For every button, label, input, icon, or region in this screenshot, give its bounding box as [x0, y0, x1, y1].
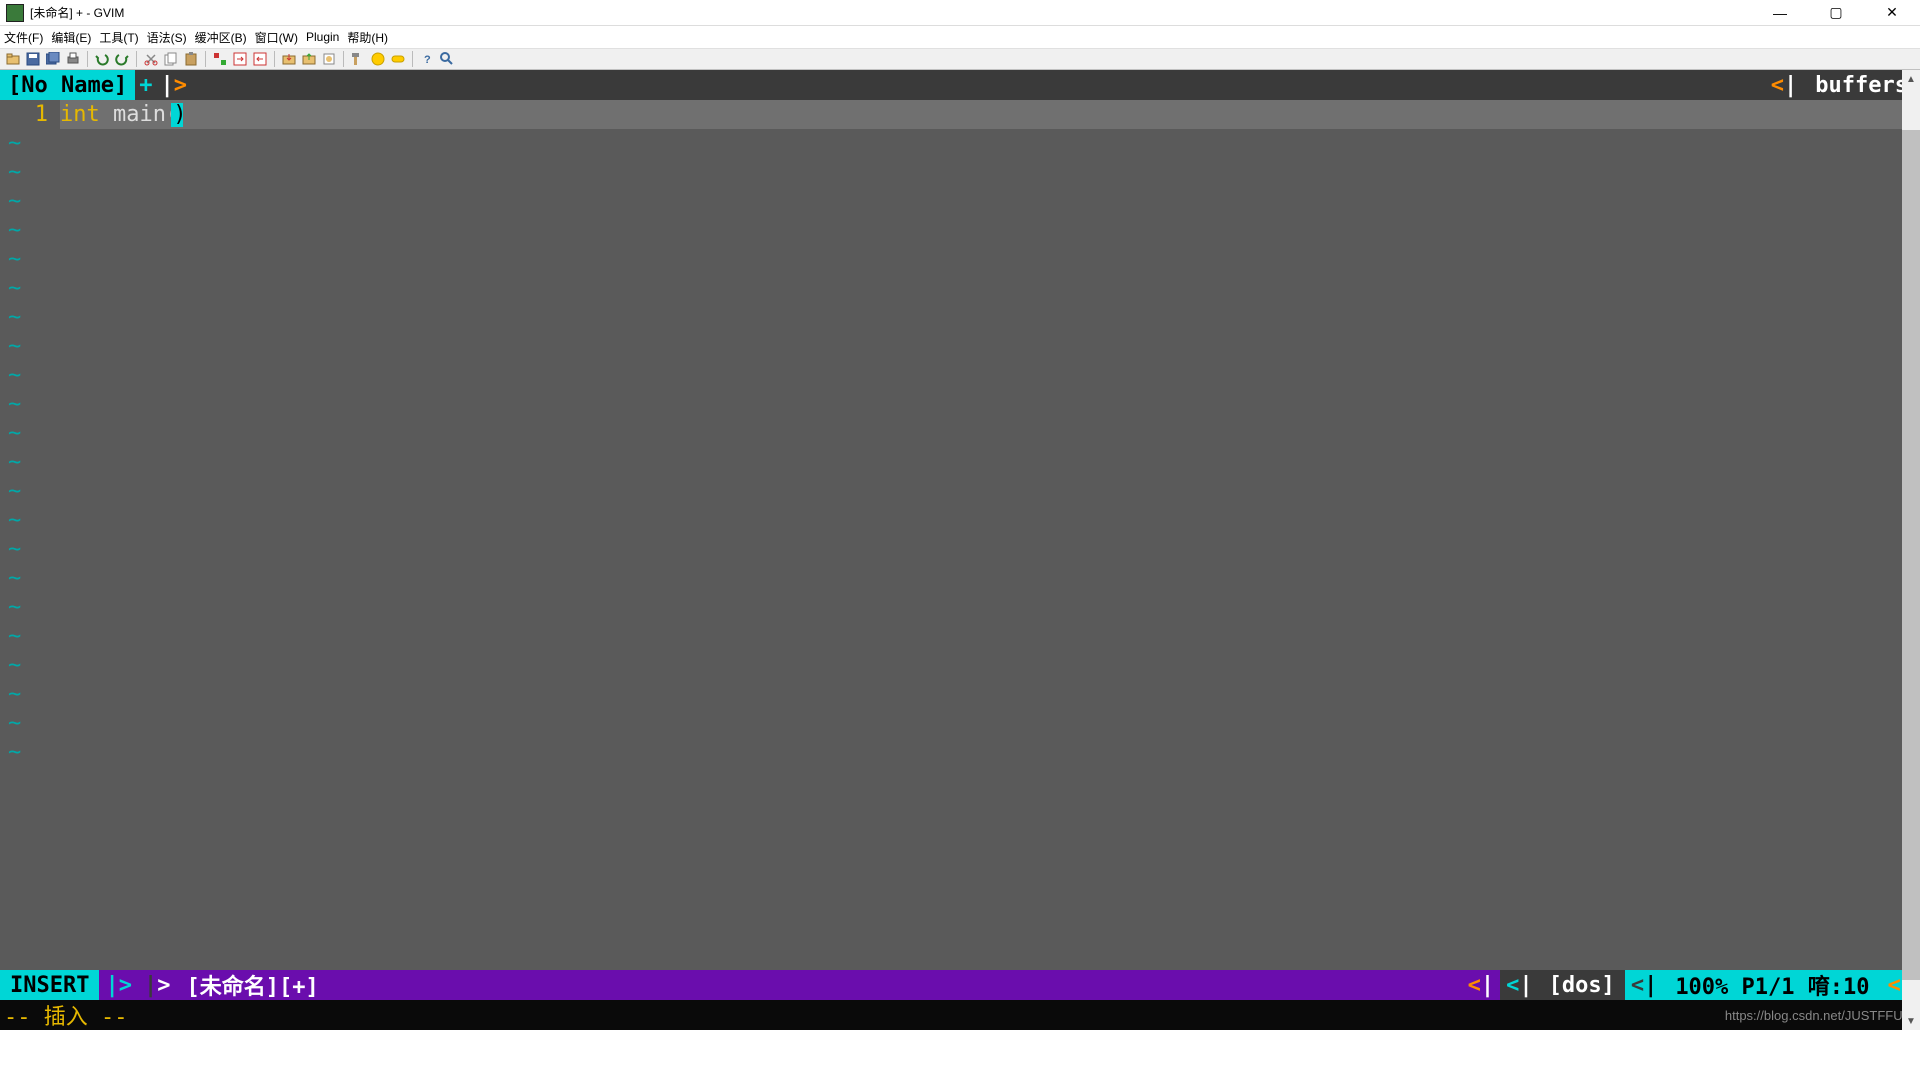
menu-tools[interactable]: 工具(T): [99, 29, 138, 46]
menubar: 文件(F) 编辑(E) 工具(T) 语法(S) 缓冲区(B) 窗口(W) Plu…: [0, 26, 1920, 48]
run-script-icon[interactable]: [320, 50, 338, 68]
tab-label: [No Name]: [8, 73, 127, 98]
cursor: ): [171, 103, 183, 127]
status-filename: [未命名][+]: [176, 970, 1461, 1000]
minimize-button[interactable]: —: [1752, 0, 1808, 26]
close-button[interactable]: ✕: [1864, 0, 1920, 26]
menu-help[interactable]: 帮助(H): [347, 29, 388, 46]
menu-syntax[interactable]: 语法(S): [147, 29, 187, 46]
empty-line-tilde: ~: [0, 274, 1920, 303]
make-icon[interactable]: [349, 50, 367, 68]
status-position: 100% P1/1 唷:10: [1663, 970, 1881, 1000]
status-sep-icon: <|: [1625, 970, 1664, 1000]
undo-icon[interactable]: [93, 50, 111, 68]
editor-area[interactable]: 1 int main() ~ ~ ~ ~ ~ ~ ~ ~ ~ ~ ~ ~ ~ ~…: [0, 100, 1920, 970]
line-number: 1: [0, 100, 60, 129]
maximize-button[interactable]: ▢: [1808, 0, 1864, 26]
scrollbar-thumb[interactable]: [1902, 130, 1920, 980]
session-load-icon[interactable]: [280, 50, 298, 68]
help-icon[interactable]: ?: [418, 50, 436, 68]
tags-icon[interactable]: [389, 50, 407, 68]
toolbar-separator: [136, 51, 137, 67]
svg-text:?: ?: [424, 54, 431, 66]
tab-separator-left-icon: <|: [1765, 70, 1804, 100]
status-mode: INSERT: [0, 970, 99, 1000]
session-save-icon[interactable]: [300, 50, 318, 68]
toolbar-separator: [274, 51, 275, 67]
empty-line-tilde: ~: [0, 158, 1920, 187]
keyword-int: int: [60, 102, 100, 127]
empty-line-tilde: ~: [0, 680, 1920, 709]
status-sep-icon: |>: [138, 970, 177, 1000]
empty-line-tilde: ~: [0, 361, 1920, 390]
empty-line-tilde: ~: [0, 622, 1920, 651]
save-icon[interactable]: [24, 50, 42, 68]
menu-window[interactable]: 窗口(W): [255, 29, 298, 46]
tabline: [No Name] + |> <| buffers: [0, 70, 1920, 100]
watermark: https://blog.csdn.net/JUSTFFUN: [1725, 1008, 1920, 1023]
empty-line-tilde: ~: [0, 535, 1920, 564]
print-icon[interactable]: [64, 50, 82, 68]
empty-line-tilde: ~: [0, 390, 1920, 419]
empty-line-tilde: ~: [0, 303, 1920, 332]
cut-icon[interactable]: [142, 50, 160, 68]
empty-line-tilde: ~: [0, 187, 1920, 216]
tab-separator-icon: |>: [156, 70, 191, 100]
toolbar-separator: [343, 51, 344, 67]
mode-message: -- 插入 --: [4, 999, 127, 1031]
empty-line-tilde: ~: [0, 477, 1920, 506]
code-line: 1 int main(): [0, 100, 1920, 129]
toolbar-separator: [87, 51, 88, 67]
toolbar-separator: [412, 51, 413, 67]
vertical-scrollbar[interactable]: ▲ ▼: [1902, 70, 1920, 1030]
window-titlebar: [未命名] + - GVIM — ▢ ✕: [0, 0, 1920, 26]
empty-line-tilde: ~: [0, 332, 1920, 361]
empty-line-tilde: ~: [0, 564, 1920, 593]
paste-icon[interactable]: [182, 50, 200, 68]
empty-line-tilde: ~: [0, 448, 1920, 477]
status-sep-icon: |>: [99, 970, 138, 1000]
replace-icon[interactable]: [211, 50, 229, 68]
status-sep-icon: <|: [1462, 970, 1501, 1000]
tabline-spacer: [191, 70, 1765, 100]
menu-plugin[interactable]: Plugin: [306, 30, 339, 44]
empty-line-tilde: ~: [0, 738, 1920, 767]
findnext-icon[interactable]: [231, 50, 249, 68]
tab-active[interactable]: [No Name]: [0, 70, 135, 100]
statusline: INSERT |> |> [未命名][+] <| <| [dos] <| 100…: [0, 970, 1920, 1000]
redo-icon[interactable]: [113, 50, 131, 68]
menu-edit[interactable]: 编辑(E): [51, 29, 91, 46]
tab-modified-indicator: +: [135, 70, 156, 100]
menu-file[interactable]: 文件(F): [4, 29, 43, 46]
func-main: main: [113, 102, 166, 127]
status-sep-icon: <|: [1500, 970, 1539, 1000]
empty-line-tilde: ~: [0, 245, 1920, 274]
line-content[interactable]: int main(): [60, 100, 1920, 129]
command-line[interactable]: -- 插入 -- https://blog.csdn.net/JUSTFFUN: [0, 1000, 1920, 1030]
toolbar-separator: [205, 51, 206, 67]
copy-icon[interactable]: [162, 50, 180, 68]
findprev-icon[interactable]: [251, 50, 269, 68]
empty-line-tilde: ~: [0, 419, 1920, 448]
shell-icon[interactable]: [369, 50, 387, 68]
saveall-icon[interactable]: [44, 50, 62, 68]
empty-line-tilde: ~: [0, 506, 1920, 535]
empty-line-tilde: ~: [0, 129, 1920, 158]
empty-line-tilde: ~: [0, 651, 1920, 680]
window-title: [未命名] + - GVIM: [30, 4, 1752, 21]
status-filetype: [dos]: [1539, 970, 1625, 1000]
toolbar: ?: [0, 48, 1920, 70]
empty-line-tilde: ~: [0, 216, 1920, 245]
find-help-icon[interactable]: [438, 50, 456, 68]
empty-line-tilde: ~: [0, 593, 1920, 622]
scroll-down-icon[interactable]: ▼: [1902, 1012, 1920, 1030]
scroll-up-icon[interactable]: ▲: [1902, 70, 1920, 88]
menu-buffers[interactable]: 缓冲区(B): [195, 29, 247, 46]
open-icon[interactable]: [4, 50, 22, 68]
empty-line-tilde: ~: [0, 709, 1920, 738]
app-icon: [6, 4, 24, 22]
